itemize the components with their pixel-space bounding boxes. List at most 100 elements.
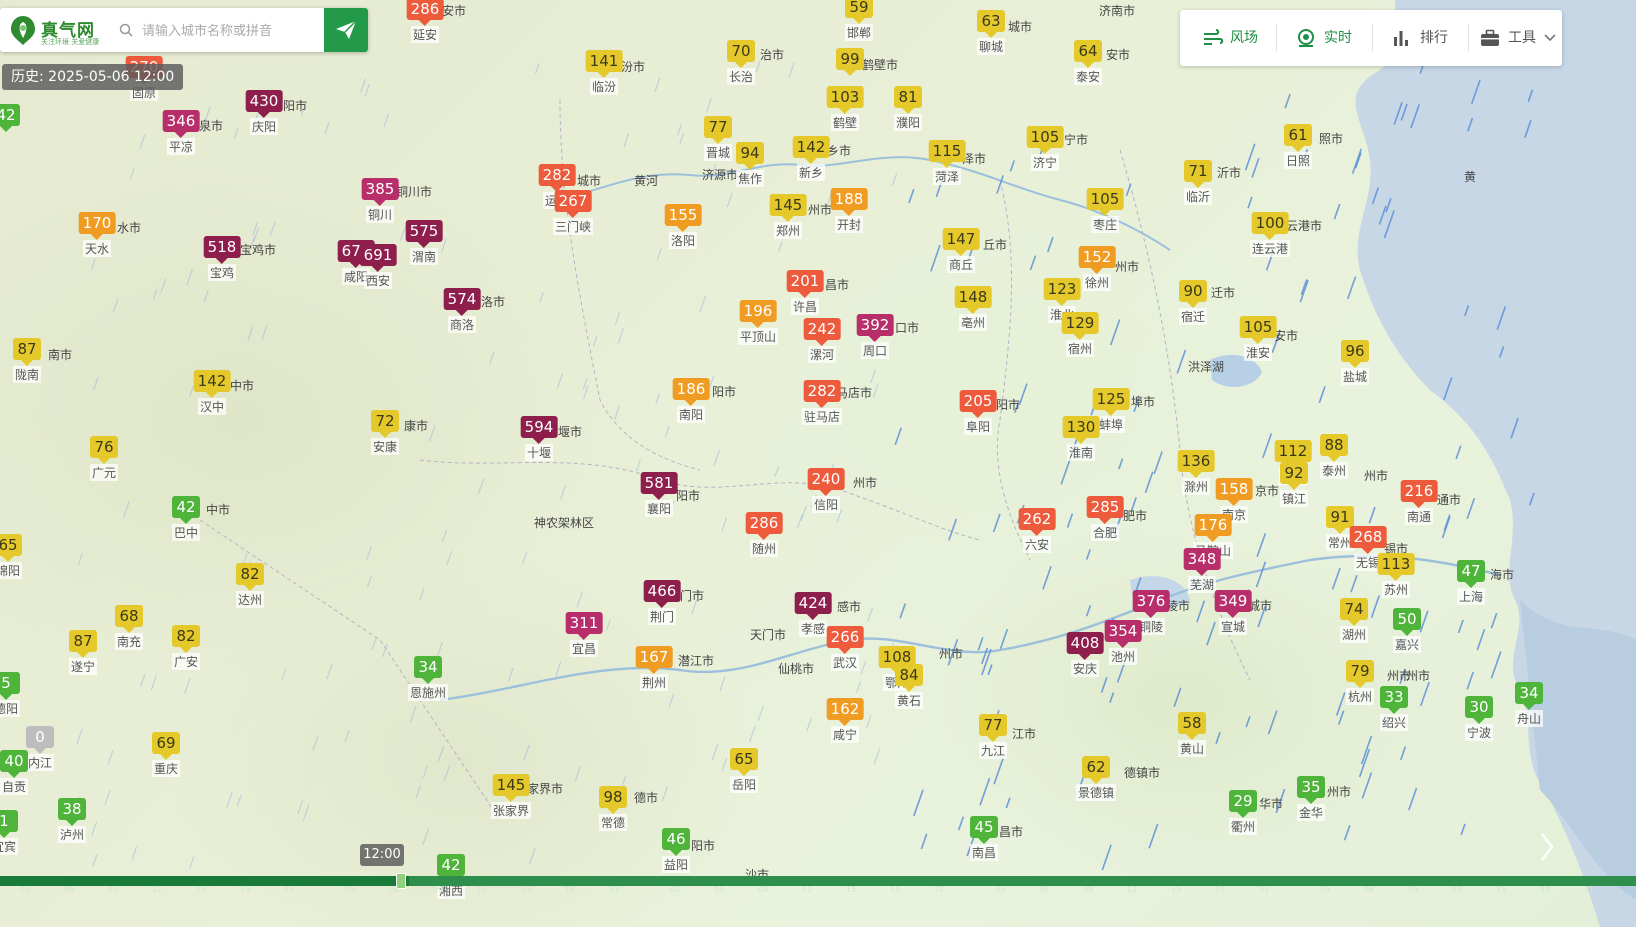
aqi-value-badge[interactable]: 71	[1184, 160, 1212, 188]
aqi-value-badge[interactable]: 70	[727, 40, 755, 68]
aqi-value-badge[interactable]: 87	[13, 338, 41, 366]
aqi-value-badge[interactable]: 105	[1086, 188, 1124, 216]
aqi-value-badge[interactable]: 115	[928, 140, 966, 168]
aqi-value-badge[interactable]: 30	[1465, 696, 1493, 724]
aqi-value-badge[interactable]: 158	[1215, 478, 1253, 506]
aqi-value-badge[interactable]: 113	[1377, 553, 1415, 581]
aqi-value-badge[interactable]: 29	[1229, 790, 1257, 818]
aqi-value-badge[interactable]: 65	[730, 748, 758, 776]
aqi-value-badge[interactable]: 81	[894, 86, 922, 114]
aqi-value-badge[interactable]: 58	[1178, 712, 1206, 740]
aqi-value-badge[interactable]: 216	[1400, 480, 1438, 508]
aqi-value-badge[interactable]: 170	[78, 212, 116, 240]
aqi-value-badge[interactable]: 145	[769, 194, 807, 222]
aqi-value-badge[interactable]: 63	[977, 10, 1005, 38]
aqi-value-badge[interactable]: 376	[1132, 590, 1170, 618]
aqi-value-badge[interactable]: 268	[1349, 526, 1387, 554]
aqi-value-badge[interactable]: 136	[1177, 450, 1215, 478]
aqi-value-badge[interactable]: 408	[1066, 632, 1104, 660]
aqi-value-badge[interactable]: 82	[172, 625, 200, 653]
aqi-value-badge[interactable]: 61	[1284, 124, 1312, 152]
aqi-value-badge[interactable]: 262	[1018, 508, 1056, 536]
city-search-input[interactable]	[140, 16, 324, 46]
aqi-value-badge[interactable]: 96	[1341, 340, 1369, 368]
aqi-value-badge[interactable]: 99	[836, 48, 864, 76]
search-submit-button[interactable]	[324, 8, 368, 52]
aqi-value-badge[interactable]: 349	[1214, 590, 1252, 618]
aqi-value-badge[interactable]: 77	[979, 714, 1007, 742]
aqi-value-badge[interactable]: 45	[970, 816, 998, 844]
aqi-value-badge[interactable]: 266	[826, 626, 864, 654]
aqi-value-badge[interactable]: 38	[58, 798, 86, 826]
aqi-value-badge[interactable]: 145	[492, 774, 530, 802]
aqi-value-badge[interactable]: 286	[745, 512, 783, 540]
timeline-bar[interactable]: 12:00 03 06 09 12 15 18 21 03 06 09 12 15 18 21 03 06 09…	[0, 844, 1636, 927]
aqi-value-badge[interactable]: 267	[554, 190, 592, 218]
aqi-value-badge[interactable]: 87	[69, 630, 97, 658]
aqi-value-badge[interactable]: 152	[1078, 246, 1116, 274]
aqi-value-badge[interactable]: 59	[845, 0, 873, 24]
aqi-value-badge[interactable]: 35	[1297, 776, 1325, 804]
aqi-value-badge[interactable]: 5	[0, 672, 20, 700]
aqi-value-badge[interactable]: 348	[1183, 548, 1221, 576]
aqi-value-badge[interactable]: 575	[405, 220, 443, 248]
aqi-value-badge[interactable]: 155	[664, 204, 702, 232]
aqi-value-badge[interactable]: 176	[1194, 514, 1232, 542]
brand-logo[interactable]: 真气网 关注环境 关爱健康	[8, 14, 108, 48]
aqi-value-badge[interactable]: 574	[443, 288, 481, 316]
aqi-value-badge[interactable]: 286	[406, 0, 444, 26]
aqi-value-badge[interactable]: 76	[90, 436, 118, 464]
aqi-value-badge[interactable]: 92	[1280, 462, 1308, 490]
map-canvas[interactable]: 安市 阳市 济南市 城市 治市 安市 汾市 鹤壁市 乡市 泉市 宁市 照市 城市 济源市 州市 泽市 沂市 水市宝…	[0, 0, 1636, 927]
aqi-value-badge[interactable]: 77	[704, 116, 732, 144]
aqi-value-badge[interactable]: 34	[414, 656, 442, 684]
aqi-value-badge[interactable]: 148	[954, 286, 992, 314]
aqi-value-badge[interactable]: 188	[830, 188, 868, 216]
aqi-value-badge[interactable]: 201	[786, 270, 824, 298]
aqi-value-badge[interactable]: 98	[599, 786, 627, 814]
aqi-value-badge[interactable]: 88	[1320, 434, 1348, 462]
aqi-value-badge[interactable]: 0	[26, 726, 54, 754]
aqi-value-badge[interactable]: 79	[1346, 660, 1374, 688]
aqi-value-badge[interactable]: 123	[1043, 278, 1081, 306]
aqi-value-badge[interactable]: 130	[1062, 416, 1100, 444]
aqi-value-badge[interactable]: 46	[662, 828, 690, 856]
aqi-value-badge[interactable]: 430	[245, 90, 283, 118]
aqi-value-badge[interactable]: 42	[437, 854, 465, 882]
aqi-value-badge[interactable]: 1	[0, 810, 18, 838]
aqi-value-badge[interactable]: 90	[1179, 280, 1207, 308]
aqi-value-badge[interactable]: 65	[0, 534, 22, 562]
aqi-value-badge[interactable]: 91	[1326, 506, 1354, 534]
aqi-value-badge[interactable]: 103	[826, 86, 864, 114]
aqi-value-badge[interactable]: 82	[236, 563, 264, 591]
aqi-value-badge[interactable]: 42	[172, 496, 200, 524]
aqi-value-badge[interactable]: 147	[942, 228, 980, 256]
aqi-value-badge[interactable]: 125	[1092, 388, 1130, 416]
aqi-value-badge[interactable]: 285	[1086, 496, 1124, 524]
aqi-value-badge[interactable]: 424	[794, 592, 832, 620]
aqi-value-badge[interactable]: 84	[895, 664, 923, 692]
aqi-value-badge[interactable]: 105	[1239, 316, 1277, 344]
aqi-value-badge[interactable]: 242	[803, 318, 841, 346]
aqi-value-badge[interactable]: 74	[1340, 598, 1368, 626]
aqi-value-badge[interactable]: 311	[565, 612, 603, 640]
aqi-value-badge[interactable]: 33	[1380, 686, 1408, 714]
aqi-value-badge[interactable]: 100	[1251, 212, 1289, 240]
aqi-value-badge[interactable]: 69	[152, 732, 180, 760]
aqi-value-badge[interactable]: 94	[736, 142, 764, 170]
aqi-value-badge[interactable]: 141	[585, 50, 623, 78]
aqi-value-badge[interactable]: 129	[1061, 312, 1099, 340]
aqi-value-badge[interactable]: 47	[1457, 560, 1485, 588]
aqi-value-badge[interactable]: 64	[1074, 40, 1102, 68]
aqi-value-badge[interactable]: 581	[640, 472, 678, 500]
aqi-value-badge[interactable]: 186	[672, 378, 710, 406]
aqi-value-badge[interactable]: 518	[203, 236, 241, 264]
aqi-value-badge[interactable]: 142	[193, 370, 231, 398]
aqi-value-badge[interactable]: 282	[538, 164, 576, 192]
aqi-value-badge[interactable]: 205	[959, 390, 997, 418]
aqi-value-badge[interactable]: 142	[792, 136, 830, 164]
aqi-value-badge[interactable]: 167	[635, 646, 673, 674]
aqi-value-badge[interactable]: 196	[739, 300, 777, 328]
aqi-value-badge[interactable]: 594	[520, 416, 558, 444]
aqi-value-badge[interactable]: 40	[0, 750, 28, 778]
